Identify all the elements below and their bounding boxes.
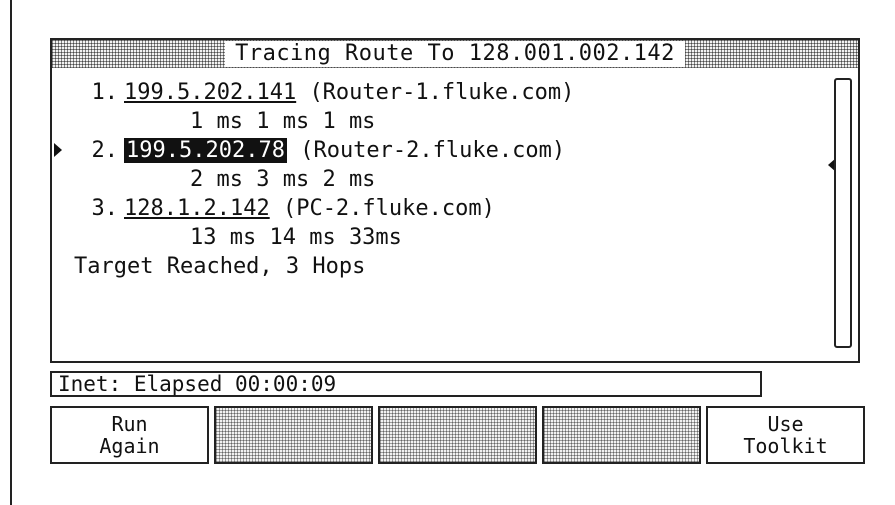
- hop-index: 1.: [91, 80, 119, 105]
- hop-row-1[interactable]: 1. 199.5.202.141 (Router-1.fluke.com): [70, 78, 810, 107]
- title-text: Tracing Route To 128.001.002.142: [225, 41, 685, 67]
- status-text: Inet: Elapsed 00:00:09: [58, 372, 337, 396]
- device-screen: Tracing Route To 128.001.002.142 1. 199.5…: [50, 38, 865, 466]
- hop-list: 1. 199.5.202.141 (Router-1.fluke.com) 1 m…: [54, 78, 836, 281]
- hop-hostname: (Router-2.fluke.com): [300, 138, 566, 163]
- status-bar: Inet: Elapsed 00:00:09: [50, 371, 762, 397]
- hop-hostname: (PC-2.fluke.com): [282, 196, 495, 221]
- run-again-label-line1: Run: [111, 412, 148, 436]
- hop-times-2: 2 ms 3 ms 2 ms: [190, 167, 376, 192]
- run-again-button[interactable]: Run Again: [50, 406, 209, 464]
- hop-row-3[interactable]: 3. 128.1.2.142 (PC-2.fluke.com): [70, 194, 810, 223]
- hop-hostname: (Router-1.fluke.com): [309, 80, 575, 105]
- softkey-2-blank[interactable]: [214, 406, 373, 464]
- hop-row-2[interactable]: 2. 199.5.202.78 (Router-2.fluke.com): [54, 136, 810, 165]
- hop-ip-link[interactable]: 199.5.202.141: [124, 80, 296, 105]
- left-border-line: [10, 0, 12, 505]
- summary-text: Target Reached, 3 Hops: [74, 254, 366, 279]
- use-toolkit-label-line1: Use: [767, 412, 804, 436]
- selection-marker-left-icon: [54, 143, 62, 157]
- softkey-bar: Run Again Use Toolkit: [50, 406, 865, 464]
- vertical-scrollbar[interactable]: [834, 78, 852, 348]
- hop-index: 3.: [91, 196, 119, 221]
- use-toolkit-button[interactable]: Use Toolkit: [706, 406, 865, 464]
- use-toolkit-label-line2: Toolkit: [743, 434, 828, 458]
- hop-index: 2.: [91, 138, 119, 163]
- traceroute-results-pane: 1. 199.5.202.141 (Router-1.fluke.com) 1 m…: [50, 68, 860, 363]
- softkey-3-blank[interactable]: [378, 406, 537, 464]
- hop-times-3: 13 ms 14 ms 33ms: [190, 225, 402, 250]
- title-bar: Tracing Route To 128.001.002.142: [50, 38, 860, 70]
- hop-ip-link[interactable]: 128.1.2.142: [124, 196, 270, 221]
- softkey-4-blank[interactable]: [542, 406, 701, 464]
- hop-ip-link-selected[interactable]: 199.5.202.78: [124, 138, 287, 163]
- hop-times-1: 1 ms 1 ms 1 ms: [190, 109, 376, 134]
- run-again-label-line2: Again: [99, 434, 160, 458]
